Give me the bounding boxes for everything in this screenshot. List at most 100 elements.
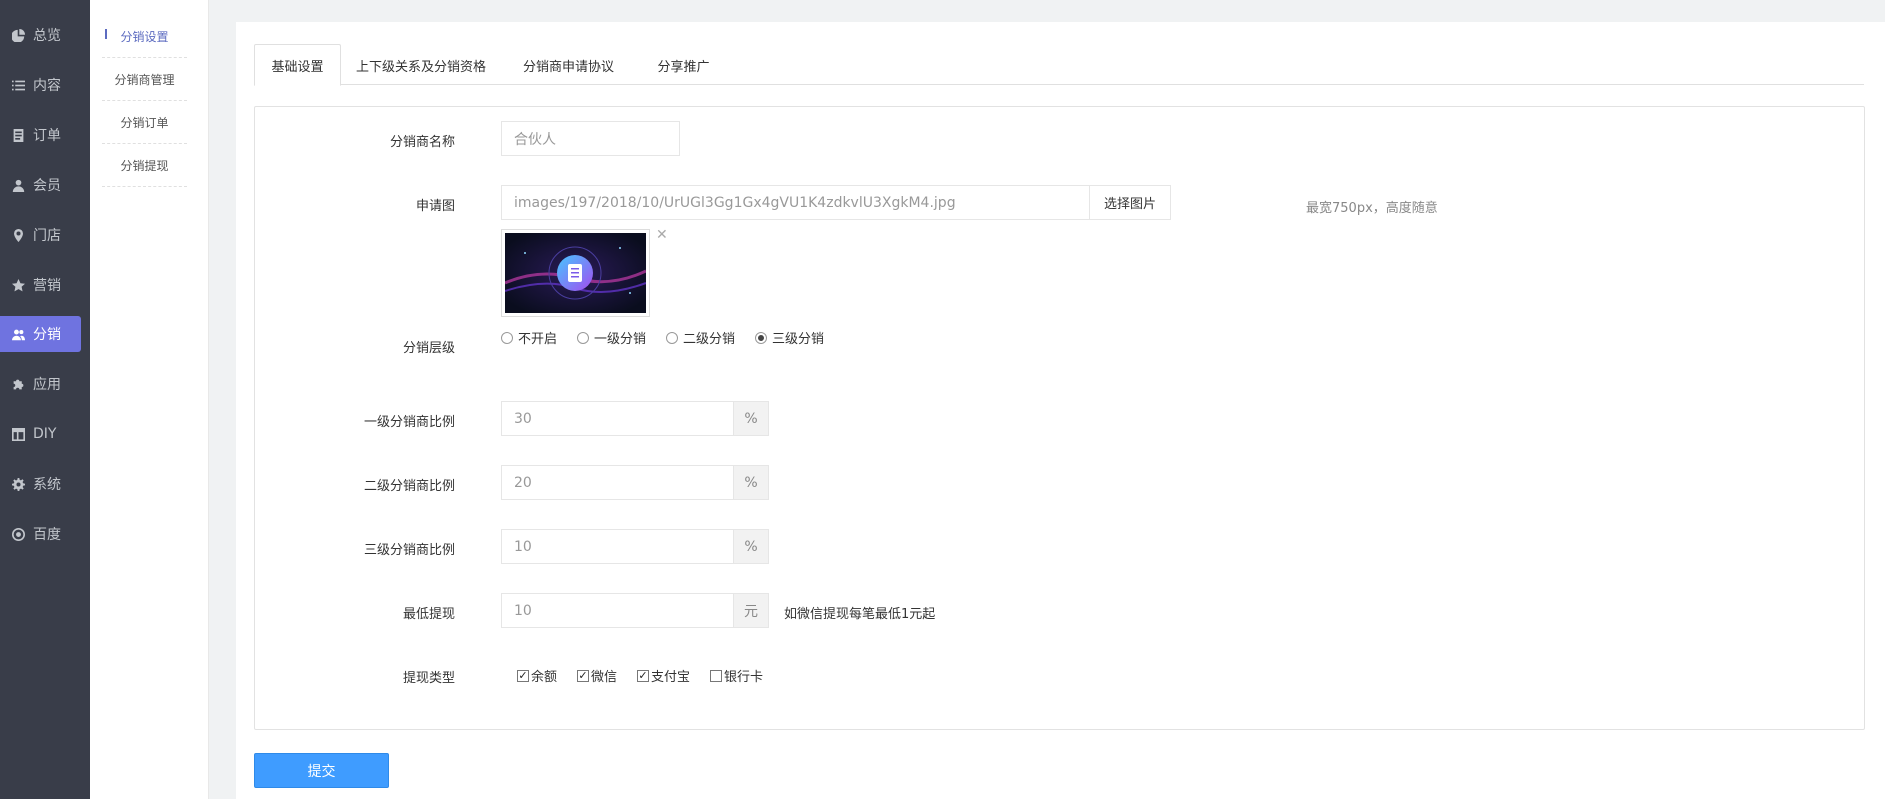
withdraw-type-wechat[interactable]: ✓ 微信 <box>577 666 617 685</box>
withdraw-type-checkbox-group: ✓ 余额 ✓ 微信 ✓ 支付宝 银行卡 <box>517 666 783 685</box>
min-withdraw-help: 如微信提现每笔最低1元起 <box>784 607 936 622</box>
sidebar-item-members[interactable]: 会员 <box>0 167 81 203</box>
remove-image-icon[interactable]: ✕ <box>656 227 668 243</box>
choose-image-button[interactable]: 选择图片 <box>1090 185 1171 220</box>
submit-button[interactable]: 提交 <box>254 753 389 788</box>
sidebar-item-baidu[interactable]: 百度 <box>0 516 81 552</box>
level-option-three[interactable]: 三级分销 <box>755 328 824 347</box>
subnav-item-label: 分销设置 <box>120 29 169 44</box>
tab-basic-settings[interactable]: 基础设置 <box>254 44 341 86</box>
list-icon <box>12 79 25 92</box>
checkbox[interactable] <box>710 669 723 682</box>
subnav-item-distributor-management[interactable]: 分销商管理 <box>102 58 187 101</box>
distribution-level-label: 分销层级 <box>402 341 455 356</box>
distributor-name-input[interactable]: 合伙人 <box>501 121 680 156</box>
sidebar-item-label: 内容 <box>33 78 61 94</box>
image-preview-graphic <box>504 233 647 313</box>
sidebar-item-label: 分销 <box>33 327 61 343</box>
withdraw-type-bank-card[interactable]: 银行卡 <box>710 666 763 685</box>
subnav-item-distribution-orders[interactable]: 分销订单 <box>102 101 187 144</box>
ratio-level2-input[interactable]: 20 <box>501 465 734 500</box>
level-option-one[interactable]: 一级分销 <box>577 328 646 347</box>
sidebar-item-orders[interactable]: 订单 <box>0 117 81 153</box>
sidebar-item-distribution[interactable]: 分销 <box>0 316 81 352</box>
subnav-item-label: 分销提现 <box>120 158 169 173</box>
sidebar-item-label: 门店 <box>33 228 61 244</box>
sidebar-item-label: 总览 <box>33 28 61 44</box>
image-size-hint: 最宽750px，高度随意 <box>1306 201 1438 216</box>
settings-form: 分销商名称 合伙人 申请图 images/197/2018/10/UrUGl3G… <box>254 106 1865 730</box>
pie-chart-icon <box>12 28 25 42</box>
tab-bar: 基础设置 上下级关系及分销资格 分销商申请协议 分享推广 <box>254 44 1864 86</box>
sidebar-item-label: 会员 <box>33 178 61 194</box>
radio-button[interactable] <box>577 331 590 344</box>
radio-label: 不开启 <box>518 332 558 347</box>
sidebar-item-label: 应用 <box>33 377 61 393</box>
sidebar-item-label: 系统 <box>33 477 61 493</box>
sidebar-item-stores[interactable]: 门店 <box>0 217 81 253</box>
tab-label: 分销商申请协议 <box>522 59 614 75</box>
document-icon <box>12 128 25 142</box>
sidebar-item-diy[interactable]: DIY <box>0 416 81 452</box>
star-icon <box>12 278 25 292</box>
ratio-level2-label: 二级分销商比例 <box>363 479 455 494</box>
sidebar-item-apps[interactable]: 应用 <box>0 366 81 402</box>
checkbox[interactable]: ✓ <box>517 669 529 682</box>
sidebar-item-label: 订单 <box>33 128 61 144</box>
radio-button[interactable] <box>755 331 768 344</box>
distributor-name-label: 分销商名称 <box>389 135 455 150</box>
radio-button[interactable] <box>501 331 513 344</box>
tab-label: 基础设置 <box>271 59 324 75</box>
sidebar-item-label: 百度 <box>33 527 61 543</box>
subnav-item-settings[interactable]: 分销设置 <box>102 15 187 58</box>
users-icon <box>12 328 25 341</box>
tab-share-promotion[interactable]: 分享推广 <box>636 44 731 86</box>
tab-label: 分享推广 <box>657 59 710 75</box>
tab-label: 上下级关系及分销资格 <box>355 59 486 75</box>
checkbox-label: 余额 <box>531 670 558 685</box>
min-withdraw-input[interactable]: 10 <box>501 593 734 628</box>
radio-label: 二级分销 <box>683 332 736 347</box>
withdraw-type-alipay[interactable]: ✓ 支付宝 <box>637 666 690 685</box>
image-path-input[interactable]: images/197/2018/10/UrUGl3Gg1Gx4gVU1K4zdk… <box>501 185 1090 220</box>
checkbox[interactable]: ✓ <box>637 669 650 682</box>
user-icon <box>12 179 25 192</box>
withdraw-type-balance[interactable]: ✓ 余额 <box>517 666 557 685</box>
checkbox-label: 微信 <box>591 670 618 685</box>
sidebar-item-system[interactable]: 系统 <box>0 466 81 502</box>
subnav-item-label: 分销商管理 <box>114 72 175 87</box>
tab-agreement[interactable]: 分销商申请协议 <box>501 44 636 86</box>
sidebar-item-content[interactable]: 内容 <box>0 67 81 103</box>
ratio-level1-input[interactable]: 30 <box>501 401 734 436</box>
sub-navigation: 分销设置 分销商管理 分销订单 分销提现 <box>90 0 209 799</box>
checkbox-label: 支付宝 <box>651 670 691 685</box>
distribution-level-radio-group: 不开启 一级分销 二级分销 三级分销 <box>501 328 844 347</box>
percent-addon: % <box>734 465 769 500</box>
application-image-label: 申请图 <box>415 199 455 214</box>
gear-icon <box>12 477 25 491</box>
subnav-item-label: 分销订单 <box>120 115 169 130</box>
tab-hierarchy[interactable]: 上下级关系及分销资格 <box>341 44 501 86</box>
radio-button[interactable] <box>666 331 679 344</box>
withdraw-type-label: 提现类型 <box>402 671 455 686</box>
sidebar-item-overview[interactable]: 总览 <box>0 17 81 53</box>
ratio-level3-input[interactable]: 10 <box>501 529 734 564</box>
ratio-level3-label: 三级分销商比例 <box>363 543 455 558</box>
percent-addon: % <box>734 401 769 436</box>
sidebar-item-label: 营销 <box>33 278 61 294</box>
main-content: 基础设置 上下级关系及分销资格 分销商申请协议 分享推广 分销商名称 合伙人 申… <box>236 22 1885 799</box>
checkbox[interactable]: ✓ <box>577 669 590 682</box>
subnav-item-withdrawals[interactable]: 分销提现 <box>102 144 187 187</box>
checkbox-label: 银行卡 <box>724 670 764 685</box>
level-option-off[interactable]: 不开启 <box>501 328 557 347</box>
radio-label: 三级分销 <box>772 332 825 347</box>
layout-icon <box>12 427 25 441</box>
level-option-two[interactable]: 二级分销 <box>666 328 735 347</box>
sidebar-item-marketing[interactable]: 营销 <box>0 267 81 303</box>
currency-addon: 元 <box>734 593 769 628</box>
main-sidebar: 总览 内容 订单 会员 门店 营销 分销 应用 DIY 系统 百度 <box>0 0 90 799</box>
map-pin-icon <box>12 228 25 242</box>
percent-addon: % <box>734 529 769 564</box>
ratio-level1-label: 一级分销商比例 <box>363 415 455 430</box>
puzzle-icon <box>12 378 25 391</box>
